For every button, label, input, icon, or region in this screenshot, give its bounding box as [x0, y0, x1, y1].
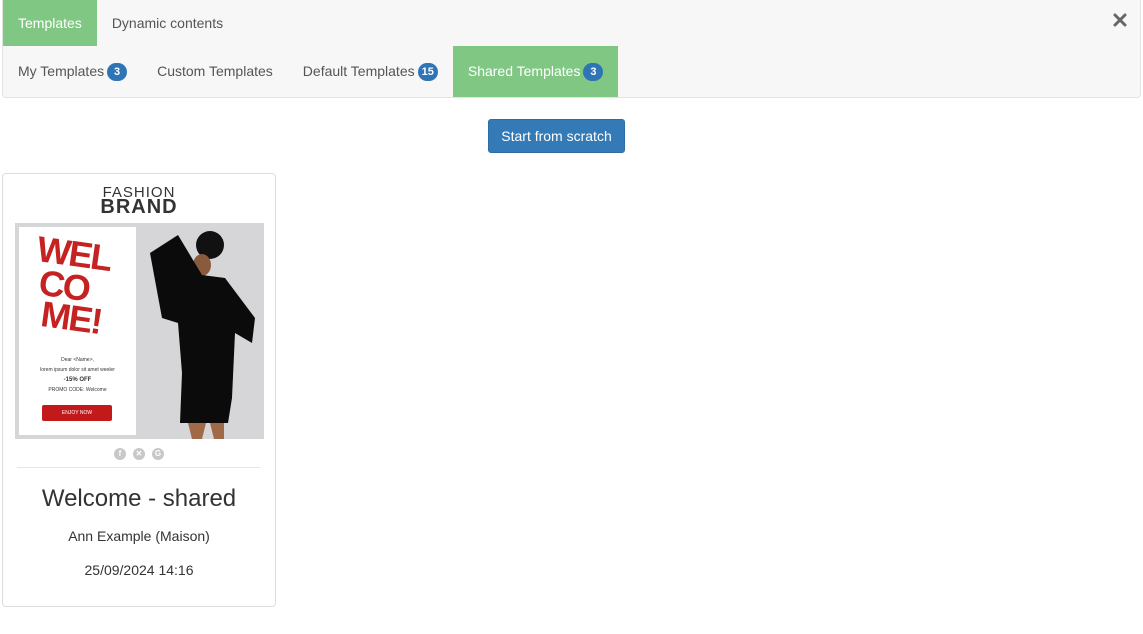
brand-line-2: BRAND — [100, 196, 178, 218]
x-icon: ✕ — [133, 448, 145, 460]
sub-tabs: My Templates 3 Custom Templates Default T… — [3, 46, 619, 97]
preview-discount: -15% OFF — [63, 377, 92, 383]
subtab-custom-templates[interactable]: Custom Templates — [142, 46, 288, 97]
subtab-shared-templates[interactable]: Shared Templates 3 — [452, 46, 619, 97]
headline-line-3: ME! — [38, 293, 104, 342]
close-icon[interactable] — [1110, 10, 1130, 30]
preview-body: lorem ipsum dolor sit amet weeler — [40, 367, 115, 373]
template-preview-image: WEL CO ME! Dear <Name>, lorem ipsum dolo… — [15, 223, 264, 439]
subtab-label: Custom Templates — [157, 63, 273, 79]
google-plus-icon: G — [152, 448, 164, 460]
tab-templates[interactable]: Templates — [3, 0, 97, 46]
template-owner: Ann Example (Maison) — [68, 528, 210, 544]
subtab-label: Default Templates — [302, 63, 415, 79]
facebook-icon: f — [114, 448, 126, 460]
preview-cta: ENJOY NOW — [42, 405, 112, 421]
top-tabs: Templates Dynamic contents — [3, 0, 238, 46]
preview-greeting: Dear <Name>, — [61, 357, 94, 363]
template-navigation-panel: Templates Dynamic contents My Templates 3… — [2, 0, 1141, 98]
preview-promo: PROMO CODE: Welcome — [48, 387, 107, 393]
template-date: 25/09/2024 14:16 — [84, 562, 194, 578]
start-from-scratch-button[interactable]: Start from scratch — [488, 119, 625, 153]
model-figure-icon — [150, 231, 255, 439]
subtab-label: My Templates — [18, 63, 105, 79]
card-divider — [17, 467, 260, 468]
template-title: Welcome - shared — [41, 485, 237, 512]
social-links: f ✕ G — [3, 448, 275, 460]
count-badge: 3 — [583, 63, 604, 81]
preview-text-panel: WEL CO ME! Dear <Name>, lorem ipsum dolo… — [19, 227, 136, 435]
count-badge: 3 — [107, 63, 128, 81]
count-badge: 15 — [417, 63, 438, 81]
subtab-default-templates[interactable]: Default Templates 15 — [288, 46, 453, 97]
tab-dynamic-contents[interactable]: Dynamic contents — [97, 0, 238, 46]
subtab-label: Shared Templates — [467, 63, 581, 79]
subtab-my-templates[interactable]: My Templates 3 — [3, 46, 142, 97]
template-card[interactable]: FASHION BRAND WEL CO ME! Dear <Name>, lo… — [2, 173, 276, 607]
